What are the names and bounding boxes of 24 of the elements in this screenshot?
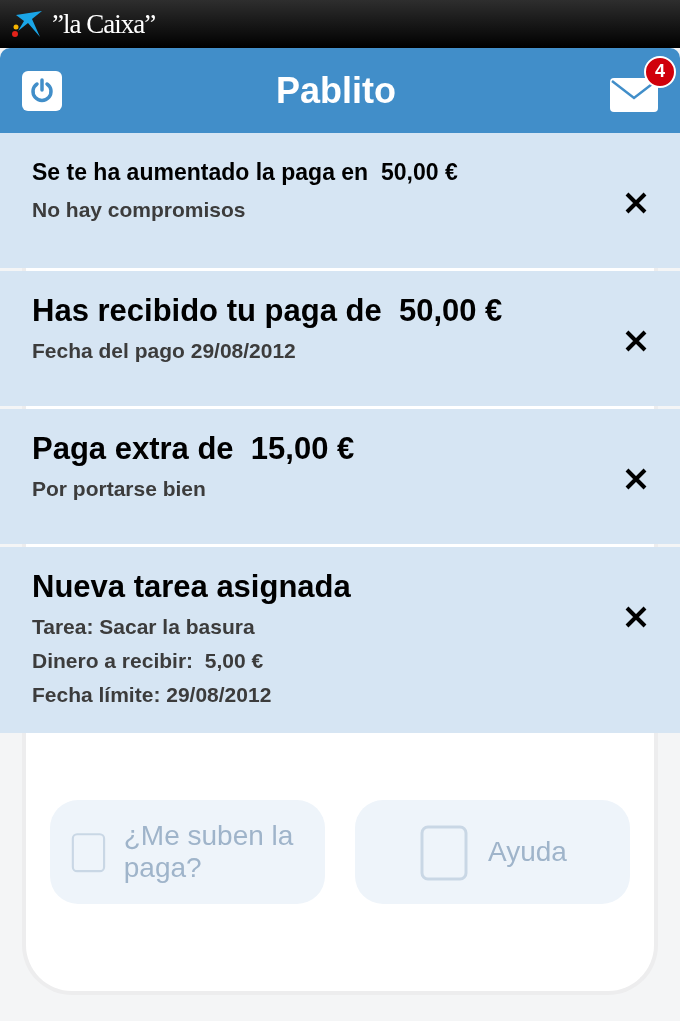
notification-detail: Fecha límite: 29/08/2012	[32, 682, 273, 708]
power-button[interactable]	[22, 70, 62, 111]
brand-name: ”la Caixa”	[52, 8, 156, 40]
notification-detail: Fecha del pago 29/08/2012	[32, 338, 297, 364]
notification-title: Nueva tarea asignada	[32, 569, 352, 605]
close-icon[interactable]	[624, 467, 648, 491]
notification-title: Paga extra de 15,00 €	[32, 431, 356, 467]
close-icon[interactable]	[624, 605, 648, 629]
menu-label: Ayuda	[488, 836, 567, 868]
notification-title: Has recibido tu paga de 50,00 €	[32, 293, 504, 329]
mail-icon[interactable]	[610, 77, 658, 112]
notification-detail: Dinero a recibir: 5,00 €	[32, 648, 265, 674]
menu-label: ¿Me suben la paga?	[123, 820, 295, 884]
notification-title: Se te ha aumentado la paga en 50,00 €	[32, 159, 459, 186]
menu-button[interactable]: ¿Me suben la paga?	[50, 800, 325, 904]
unread-badge: 4	[644, 55, 676, 88]
screen-title: Pablito	[276, 69, 396, 112]
notification-detail: Tarea: Sacar la basura	[32, 614, 256, 640]
notification-detail: Por portarse bien	[32, 476, 207, 502]
close-icon[interactable]	[624, 191, 648, 215]
power-icon	[28, 76, 56, 105]
close-icon[interactable]	[624, 329, 648, 353]
notification-detail: No hay compromisos	[32, 197, 247, 223]
menu-button[interactable]: Ayuda	[355, 800, 630, 904]
